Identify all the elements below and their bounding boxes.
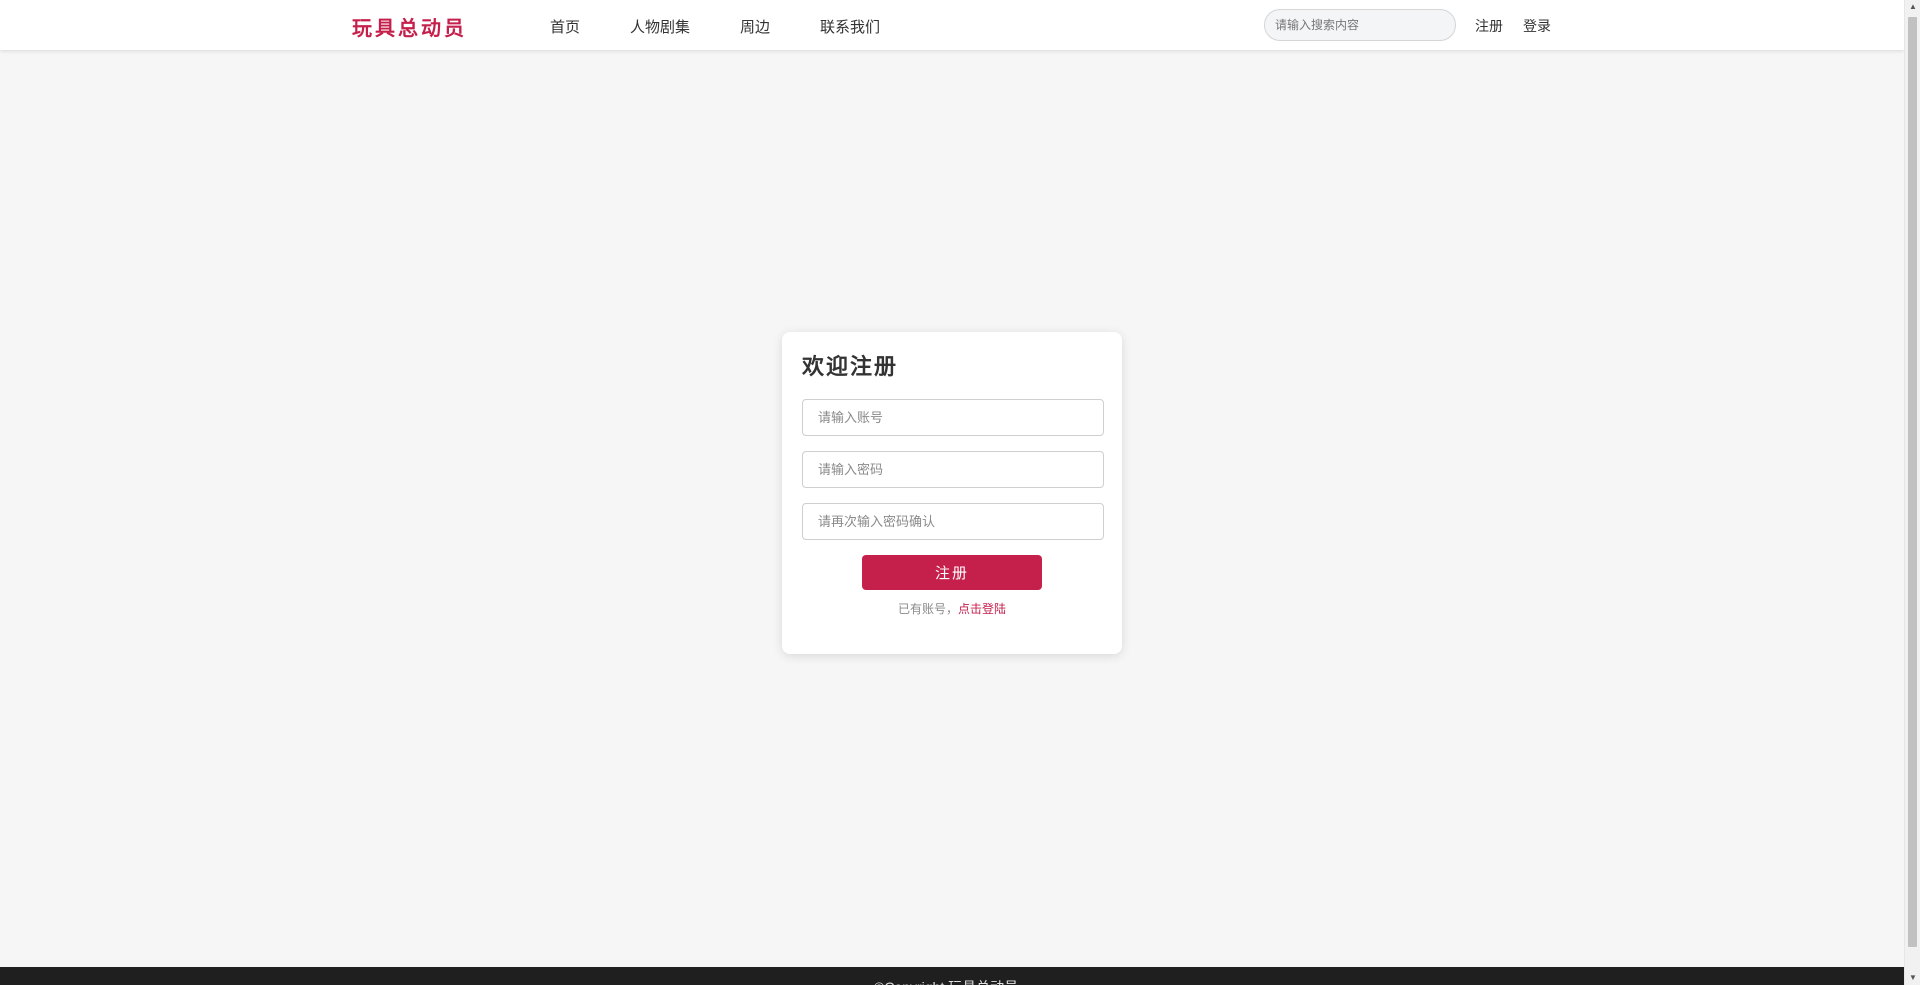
scrollbar-thumb[interactable] <box>1908 17 1917 947</box>
register-button[interactable]: 注册 <box>862 555 1042 590</box>
password-input[interactable] <box>802 451 1104 488</box>
nav-item-characters[interactable]: 人物剧集 <box>630 16 690 37</box>
page-scrollbar[interactable]: ▲ ▼ <box>1904 0 1920 985</box>
account-input[interactable] <box>802 399 1104 436</box>
login-hint: 已有账号，点击登陆 <box>802 600 1102 617</box>
register-card: 欢迎注册 注册 已有账号，点击登陆 <box>782 332 1122 654</box>
confirm-password-input[interactable] <box>802 503 1104 540</box>
login-link[interactable]: 点击登陆 <box>958 602 1006 616</box>
login-hint-text: 已有账号， <box>897 602 958 616</box>
nav-item-home[interactable]: 首页 <box>550 16 580 37</box>
register-title: 欢迎注册 <box>802 354 899 379</box>
nav-item-contact[interactable]: 联系我们 <box>820 16 880 37</box>
search-input[interactable] <box>1264 9 1456 41</box>
top-navbar: 玩具总动员 首页 人物剧集 周边 联系我们 注册 登录 <box>0 0 1904 50</box>
scroll-down-arrow-icon[interactable]: ▼ <box>1905 971 1920 985</box>
site-logo[interactable]: 玩具总动员 <box>352 12 467 41</box>
header-register-link[interactable]: 注册 <box>1475 16 1503 36</box>
scroll-up-arrow-icon[interactable]: ▲ <box>1905 0 1920 14</box>
nav-item-merch[interactable]: 周边 <box>740 16 770 37</box>
footer: ©Copyright 玩具总动员 <box>0 967 1904 985</box>
main-nav: 首页 人物剧集 周边 联系我们 <box>550 16 880 37</box>
header-login-link[interactable]: 登录 <box>1523 16 1551 36</box>
footer-copyright: ©Copyright 玩具总动员 <box>874 977 1018 985</box>
